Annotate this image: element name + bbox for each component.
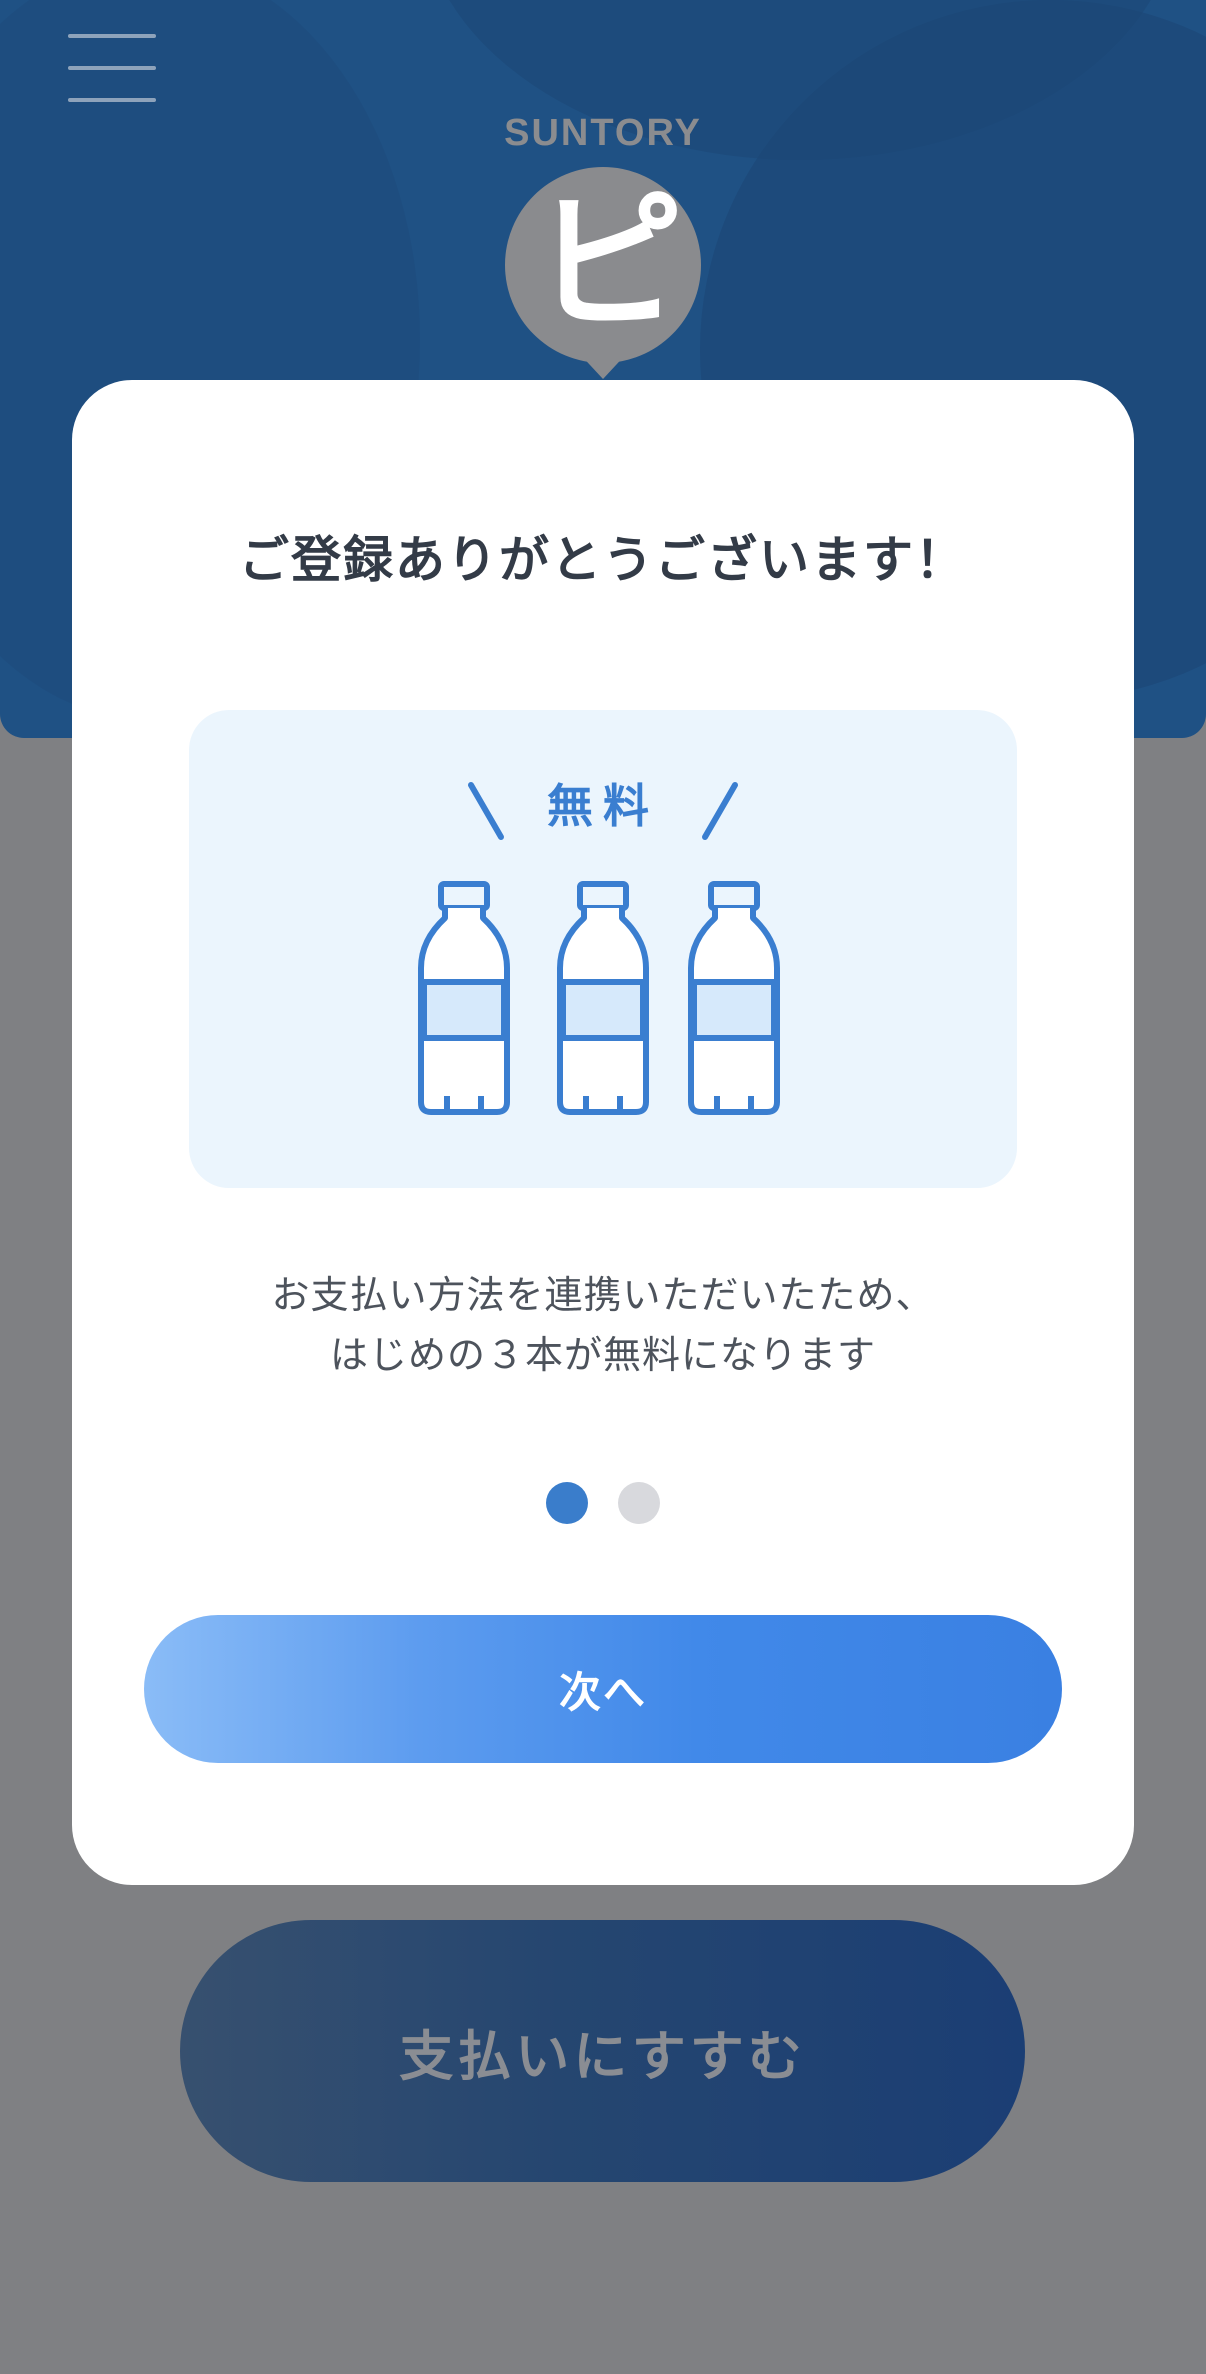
hamburger-menu-icon[interactable] <box>62 30 162 106</box>
bottle-icon <box>688 881 780 1115</box>
description-line-1: お支払い方法を連携いただいたため、 <box>271 1273 935 1317</box>
next-button[interactable]: 次へ <box>144 1615 1062 1763</box>
page-indicator <box>72 1482 1134 1526</box>
bottle-icon <box>418 881 510 1115</box>
bottles-group <box>418 881 780 1115</box>
app-screen: SUNTORY ピ 支払いにすすむ ご登録ありがとうございます！ 無料 お支払い… <box>0 0 1206 2374</box>
proceed-to-payment-button[interactable]: 支払いにすすむ <box>180 1920 1025 2182</box>
modal-description: お支払い方法を連携いただいたため、 はじめの３本が無料になります <box>72 1265 1134 1385</box>
description-line-2: はじめの３本が無料になります <box>329 1333 876 1377</box>
page-dot-1[interactable] <box>546 1482 588 1524</box>
modal-title: ご登録ありがとうございます！ <box>239 531 967 589</box>
logo-glyph: ピ <box>534 177 684 351</box>
free-label: 無料 <box>547 779 659 833</box>
app-logo: ピ <box>505 167 701 379</box>
registration-complete-modal: ご登録ありがとうございます！ 無料 お支払い方法を連携いただいたため、 はじめの… <box>72 380 1134 1885</box>
page-dot-2[interactable] <box>618 1482 660 1524</box>
free-bottles-illustration: 無料 <box>189 710 1017 1188</box>
bottle-icon <box>557 881 649 1115</box>
brand-logo-text: SUNTORY <box>504 112 702 154</box>
